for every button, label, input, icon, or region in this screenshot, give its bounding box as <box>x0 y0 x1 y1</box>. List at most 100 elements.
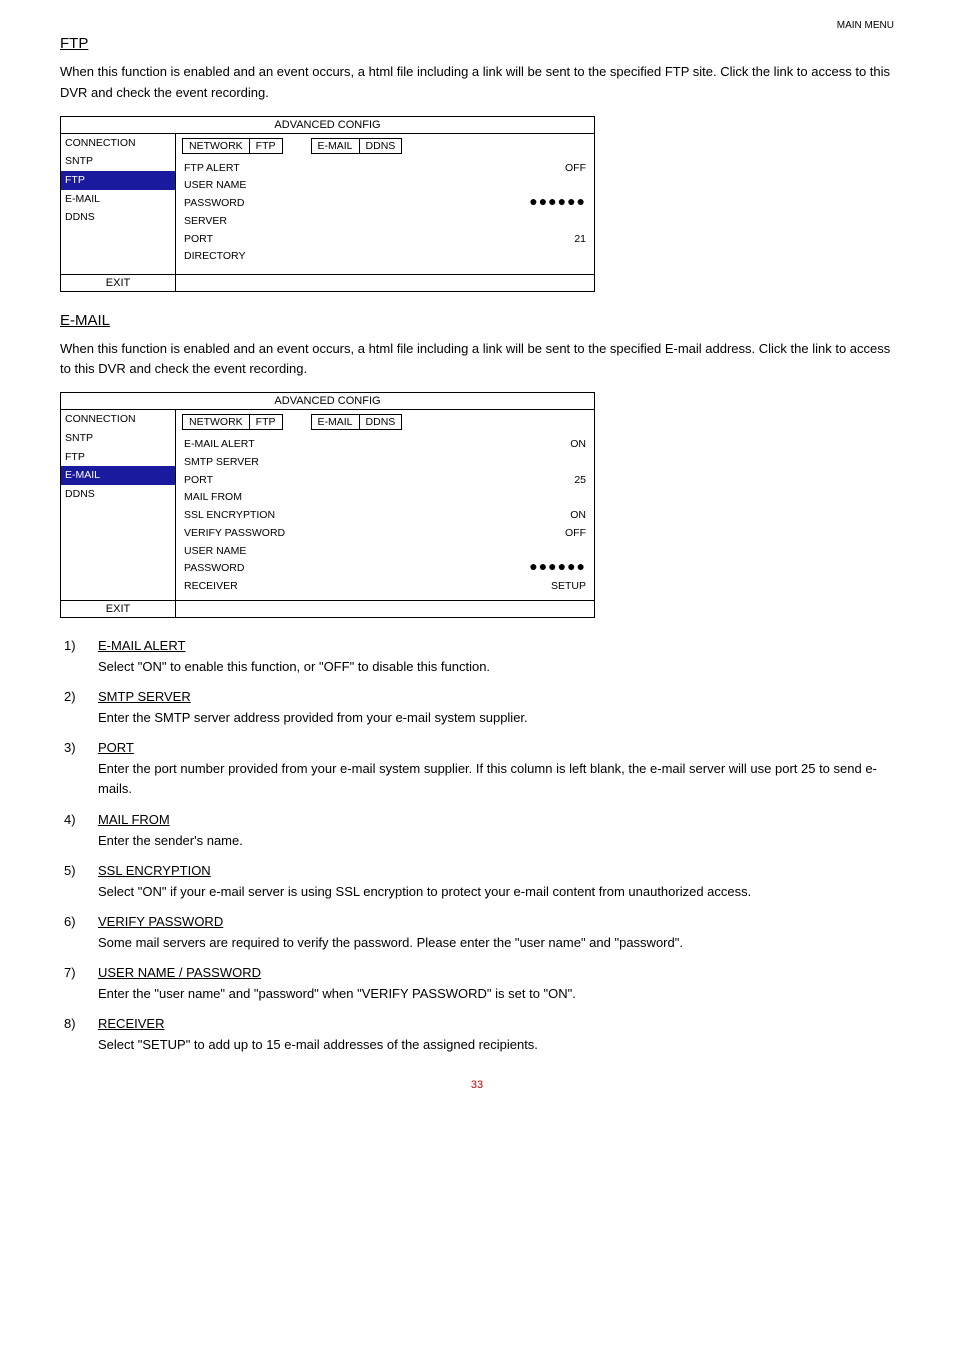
sidebar-item[interactable]: E-MAIL <box>61 190 175 209</box>
tab[interactable]: NETWORK <box>182 138 250 154</box>
config-row: PORT25 <box>182 472 588 490</box>
config-value[interactable] <box>486 214 586 230</box>
config-label: MAIL FROM <box>184 490 486 506</box>
definition-item: SSL ENCRYPTION Select "ON" if your e-mail… <box>60 863 894 902</box>
sidebar-item[interactable]: SNTP <box>61 429 175 448</box>
config-row: SERVER <box>182 213 588 231</box>
tab[interactable]: E-MAIL <box>311 414 360 430</box>
config-value[interactable]: ON <box>486 508 586 524</box>
config-label: DIRECTORY <box>184 249 486 265</box>
email-panel-tabs: NETWORKFTP E-MAILDDNS <box>182 414 588 430</box>
tab[interactable]: E-MAIL <box>311 138 360 154</box>
config-value[interactable] <box>486 178 586 194</box>
config-row: FTP ALERTOFF <box>182 160 588 178</box>
config-row: MAIL FROM <box>182 489 588 507</box>
config-value[interactable] <box>486 455 586 471</box>
definition-item: MAIL FROM Enter the sender's name. <box>60 812 894 851</box>
config-label: VERIFY PASSWORD <box>184 526 486 542</box>
ftp-panel-sidebar: CONNECTIONSNTPFTPE-MAILDDNS <box>61 134 176 274</box>
sidebar-item[interactable]: CONNECTION <box>61 410 175 429</box>
definition-item: E-MAIL ALERT Select "ON" to enable this f… <box>60 638 894 677</box>
sidebar-item[interactable]: SNTP <box>61 152 175 171</box>
config-value[interactable]: 21 <box>486 232 586 248</box>
config-label: RECEIVER <box>184 579 486 595</box>
config-row: E-MAIL ALERTON <box>182 436 588 454</box>
config-value[interactable] <box>486 490 586 506</box>
config-label: PORT <box>184 473 486 489</box>
definition-term: USER NAME / PASSWORD <box>98 965 894 980</box>
config-value[interactable] <box>486 544 586 560</box>
config-value[interactable]: OFF <box>486 161 586 177</box>
config-label: USER NAME <box>184 178 486 194</box>
config-row: RECEIVERSETUP <box>182 578 588 596</box>
config-row: USER NAME <box>182 543 588 561</box>
sidebar-item[interactable]: CONNECTION <box>61 134 175 153</box>
ftp-intro: When this function is enabled and an eve… <box>60 62 894 104</box>
sidebar-item[interactable]: DDNS <box>61 485 175 504</box>
config-row: SSL ENCRYPTIONON <box>182 507 588 525</box>
definition-desc: Enter the sender's name. <box>98 831 894 851</box>
definition-term: E-MAIL ALERT <box>98 638 894 653</box>
config-label: USER NAME <box>184 544 486 560</box>
sidebar-item[interactable]: E-MAIL <box>61 466 175 485</box>
email-heading: E-MAIL <box>60 312 894 329</box>
config-value[interactable]: ●●●●●● <box>486 561 586 577</box>
tab[interactable]: DDNS <box>359 138 403 154</box>
config-row: DIRECTORY <box>182 248 588 266</box>
definition-desc: Select "ON" if your e-mail server is usi… <box>98 882 894 902</box>
definition-item: SMTP SERVEREnter the SMTP server address… <box>60 689 894 728</box>
sidebar-item[interactable]: FTP <box>61 448 175 467</box>
config-value[interactable] <box>486 249 586 265</box>
config-value[interactable]: ●●●●●● <box>486 196 586 212</box>
tab[interactable]: NETWORK <box>182 414 250 430</box>
config-row: PASSWORD●●●●●● <box>182 195 588 213</box>
definition-item: VERIFY PASSWORDSome mail servers are req… <box>60 914 894 953</box>
page-header-right: MAIN MENU <box>60 20 894 31</box>
config-label: PASSWORD <box>184 196 486 212</box>
config-row: PASSWORD●●●●●● <box>182 560 588 578</box>
config-label: FTP ALERT <box>184 161 486 177</box>
definition-item: RECEIVER Select "SETUP" to add up to 15 e… <box>60 1016 894 1055</box>
ftp-panel-tabs: NETWORKFTP E-MAILDDNS <box>182 138 588 154</box>
sidebar-item[interactable]: DDNS <box>61 208 175 227</box>
definition-desc: Select "ON" to enable this function, or … <box>98 657 894 677</box>
config-label: PORT <box>184 232 486 248</box>
config-row: SMTP SERVER <box>182 454 588 472</box>
ftp-panel: ADVANCED CONFIG CONNECTIONSNTPFTPE-MAILD… <box>60 116 595 292</box>
tab[interactable]: FTP <box>249 138 283 154</box>
definition-desc: Select "SETUP" to add up to 15 e-mail ad… <box>98 1035 894 1055</box>
definition-term: RECEIVER <box>98 1016 894 1031</box>
page-number: 33 <box>60 1079 894 1091</box>
config-value[interactable]: ON <box>486 437 586 453</box>
email-panel: ADVANCED CONFIG CONNECTIONSNTPFTPE-MAILD… <box>60 392 595 618</box>
config-label: PASSWORD <box>184 561 486 577</box>
ftp-exit-button[interactable]: EXIT <box>61 275 176 291</box>
config-label: SERVER <box>184 214 486 230</box>
definition-term: SSL ENCRYPTION <box>98 863 894 878</box>
email-panel-sidebar: CONNECTIONSNTPFTPE-MAILDDNS <box>61 410 176 600</box>
config-label: E-MAIL ALERT <box>184 437 486 453</box>
email-panel-title: ADVANCED CONFIG <box>61 393 594 410</box>
email-intro: When this function is enabled and an eve… <box>60 339 894 381</box>
tab[interactable]: FTP <box>249 414 283 430</box>
definition-item: USER NAME / PASSWORD Enter the "user name… <box>60 965 894 1004</box>
config-value[interactable]: OFF <box>486 526 586 542</box>
config-row: USER NAME <box>182 177 588 195</box>
definition-item: PORT Enter the port number provided from … <box>60 740 894 799</box>
config-value[interactable]: 25 <box>486 473 586 489</box>
definition-desc: Some mail servers are required to verify… <box>98 933 894 953</box>
config-label: SMTP SERVER <box>184 455 486 471</box>
config-row: VERIFY PASSWORDOFF <box>182 525 588 543</box>
config-label: SSL ENCRYPTION <box>184 508 486 524</box>
definition-desc: Enter the port number provided from your… <box>98 759 894 799</box>
ftp-panel-title: ADVANCED CONFIG <box>61 117 594 134</box>
definition-term: PORT <box>98 740 894 755</box>
definition-desc: Enter the "user name" and "password" whe… <box>98 984 894 1004</box>
sidebar-item[interactable]: FTP <box>61 171 175 190</box>
definition-term: MAIL FROM <box>98 812 894 827</box>
config-value[interactable]: SETUP <box>486 579 586 595</box>
ftp-heading: FTP <box>60 35 894 52</box>
tab[interactable]: DDNS <box>359 414 403 430</box>
email-exit-button[interactable]: EXIT <box>61 601 176 617</box>
config-row: PORT21 <box>182 231 588 249</box>
